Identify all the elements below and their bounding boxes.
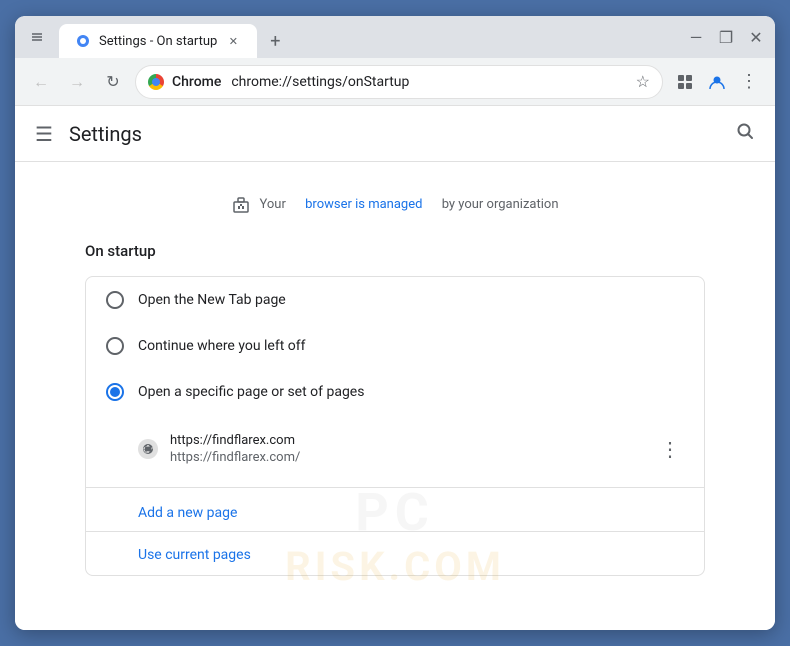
close-button[interactable]: ✕ bbox=[749, 30, 763, 44]
profile-button[interactable] bbox=[703, 68, 731, 96]
page-body: Your browser is managed by your organiza… bbox=[45, 162, 745, 596]
toolbar: ← → ↻ Chrome chrome://settings/onStartup… bbox=[15, 58, 775, 106]
radio-new-tab[interactable] bbox=[106, 291, 124, 309]
use-current-pages-row: Use current pages bbox=[86, 531, 704, 575]
tab-favicon bbox=[75, 33, 91, 49]
radio-continue[interactable] bbox=[106, 337, 124, 355]
tab-title: Settings - On startup bbox=[99, 34, 217, 49]
star-icon[interactable]: ☆ bbox=[636, 72, 650, 91]
browser-window: Settings - On startup ✕ + — ❐ ✕ ← → ↻ Ch… bbox=[15, 16, 775, 630]
radio-selected-dot bbox=[110, 387, 120, 397]
tab-list-button[interactable] bbox=[23, 23, 51, 51]
maximize-button[interactable]: ❐ bbox=[719, 30, 733, 44]
use-current-pages-link[interactable]: Use current pages bbox=[138, 547, 251, 563]
forward-button[interactable]: → bbox=[63, 68, 91, 96]
add-new-page-row: Add a new page bbox=[86, 492, 704, 531]
radio-specific-pages[interactable] bbox=[106, 383, 124, 401]
active-tab[interactable]: Settings - On startup ✕ bbox=[59, 24, 257, 58]
url-text-block: https://findflarex.com https://findflare… bbox=[170, 433, 644, 465]
back-button[interactable]: ← bbox=[27, 68, 55, 96]
managed-banner: Your browser is managed by your organiza… bbox=[85, 182, 705, 226]
tab-close-button[interactable]: ✕ bbox=[225, 33, 241, 49]
chrome-menu-button[interactable]: ⋮ bbox=[735, 68, 763, 96]
section-title: On startup bbox=[85, 242, 705, 260]
options-card: Open the New Tab page Continue where you… bbox=[85, 276, 705, 576]
new-tab-button[interactable]: + bbox=[261, 27, 289, 55]
chrome-logo-icon bbox=[148, 74, 164, 90]
url-line-2: https://findflarex.com/ bbox=[170, 450, 644, 465]
managed-text-before: Your bbox=[259, 197, 285, 212]
settings-content: ☰ Settings bbox=[15, 106, 775, 630]
title-bar-left bbox=[15, 16, 59, 58]
tab-strip: Settings - On startup ✕ + bbox=[59, 16, 677, 58]
add-new-page-link[interactable]: Add a new page bbox=[138, 505, 237, 521]
minimize-button[interactable]: — bbox=[689, 30, 703, 44]
window-controls: — ❐ ✕ bbox=[677, 16, 775, 58]
reload-button[interactable]: ↻ bbox=[99, 68, 127, 96]
option-new-tab-label: Open the New Tab page bbox=[138, 292, 286, 308]
toolbar-actions: ⋮ bbox=[671, 68, 763, 96]
address-bar[interactable]: Chrome chrome://settings/onStartup ☆ bbox=[135, 65, 663, 99]
search-icon[interactable] bbox=[735, 121, 755, 146]
divider bbox=[86, 487, 704, 488]
option-specific-pages[interactable]: Open a specific page or set of pages bbox=[86, 369, 704, 415]
startup-urls-section: https://findflarex.com https://findflare… bbox=[86, 415, 704, 483]
option-new-tab[interactable]: Open the New Tab page bbox=[86, 277, 704, 323]
address-text: chrome://settings/onStartup bbox=[231, 74, 627, 90]
url-line-1: https://findflarex.com bbox=[170, 433, 644, 448]
startup-url-row: https://findflarex.com https://findflare… bbox=[138, 423, 684, 475]
option-continue-label: Continue where you left off bbox=[138, 338, 306, 354]
option-specific-pages-label: Open a specific page or set of pages bbox=[138, 384, 364, 400]
url-favicon bbox=[138, 439, 158, 459]
address-chrome-label: Chrome bbox=[172, 74, 221, 90]
hamburger-menu-icon[interactable]: ☰ bbox=[35, 122, 53, 146]
settings-header: ☰ Settings bbox=[15, 106, 775, 162]
extensions-button[interactable] bbox=[671, 68, 699, 96]
option-continue[interactable]: Continue where you left off bbox=[86, 323, 704, 369]
url-more-button[interactable]: ⋮ bbox=[656, 433, 684, 465]
managed-link[interactable]: browser is managed bbox=[305, 197, 422, 212]
page-title: Settings bbox=[69, 122, 719, 146]
managed-text-after: by your organization bbox=[442, 197, 559, 212]
title-bar: Settings - On startup ✕ + — ❐ ✕ bbox=[15, 16, 775, 58]
building-icon bbox=[231, 194, 251, 214]
